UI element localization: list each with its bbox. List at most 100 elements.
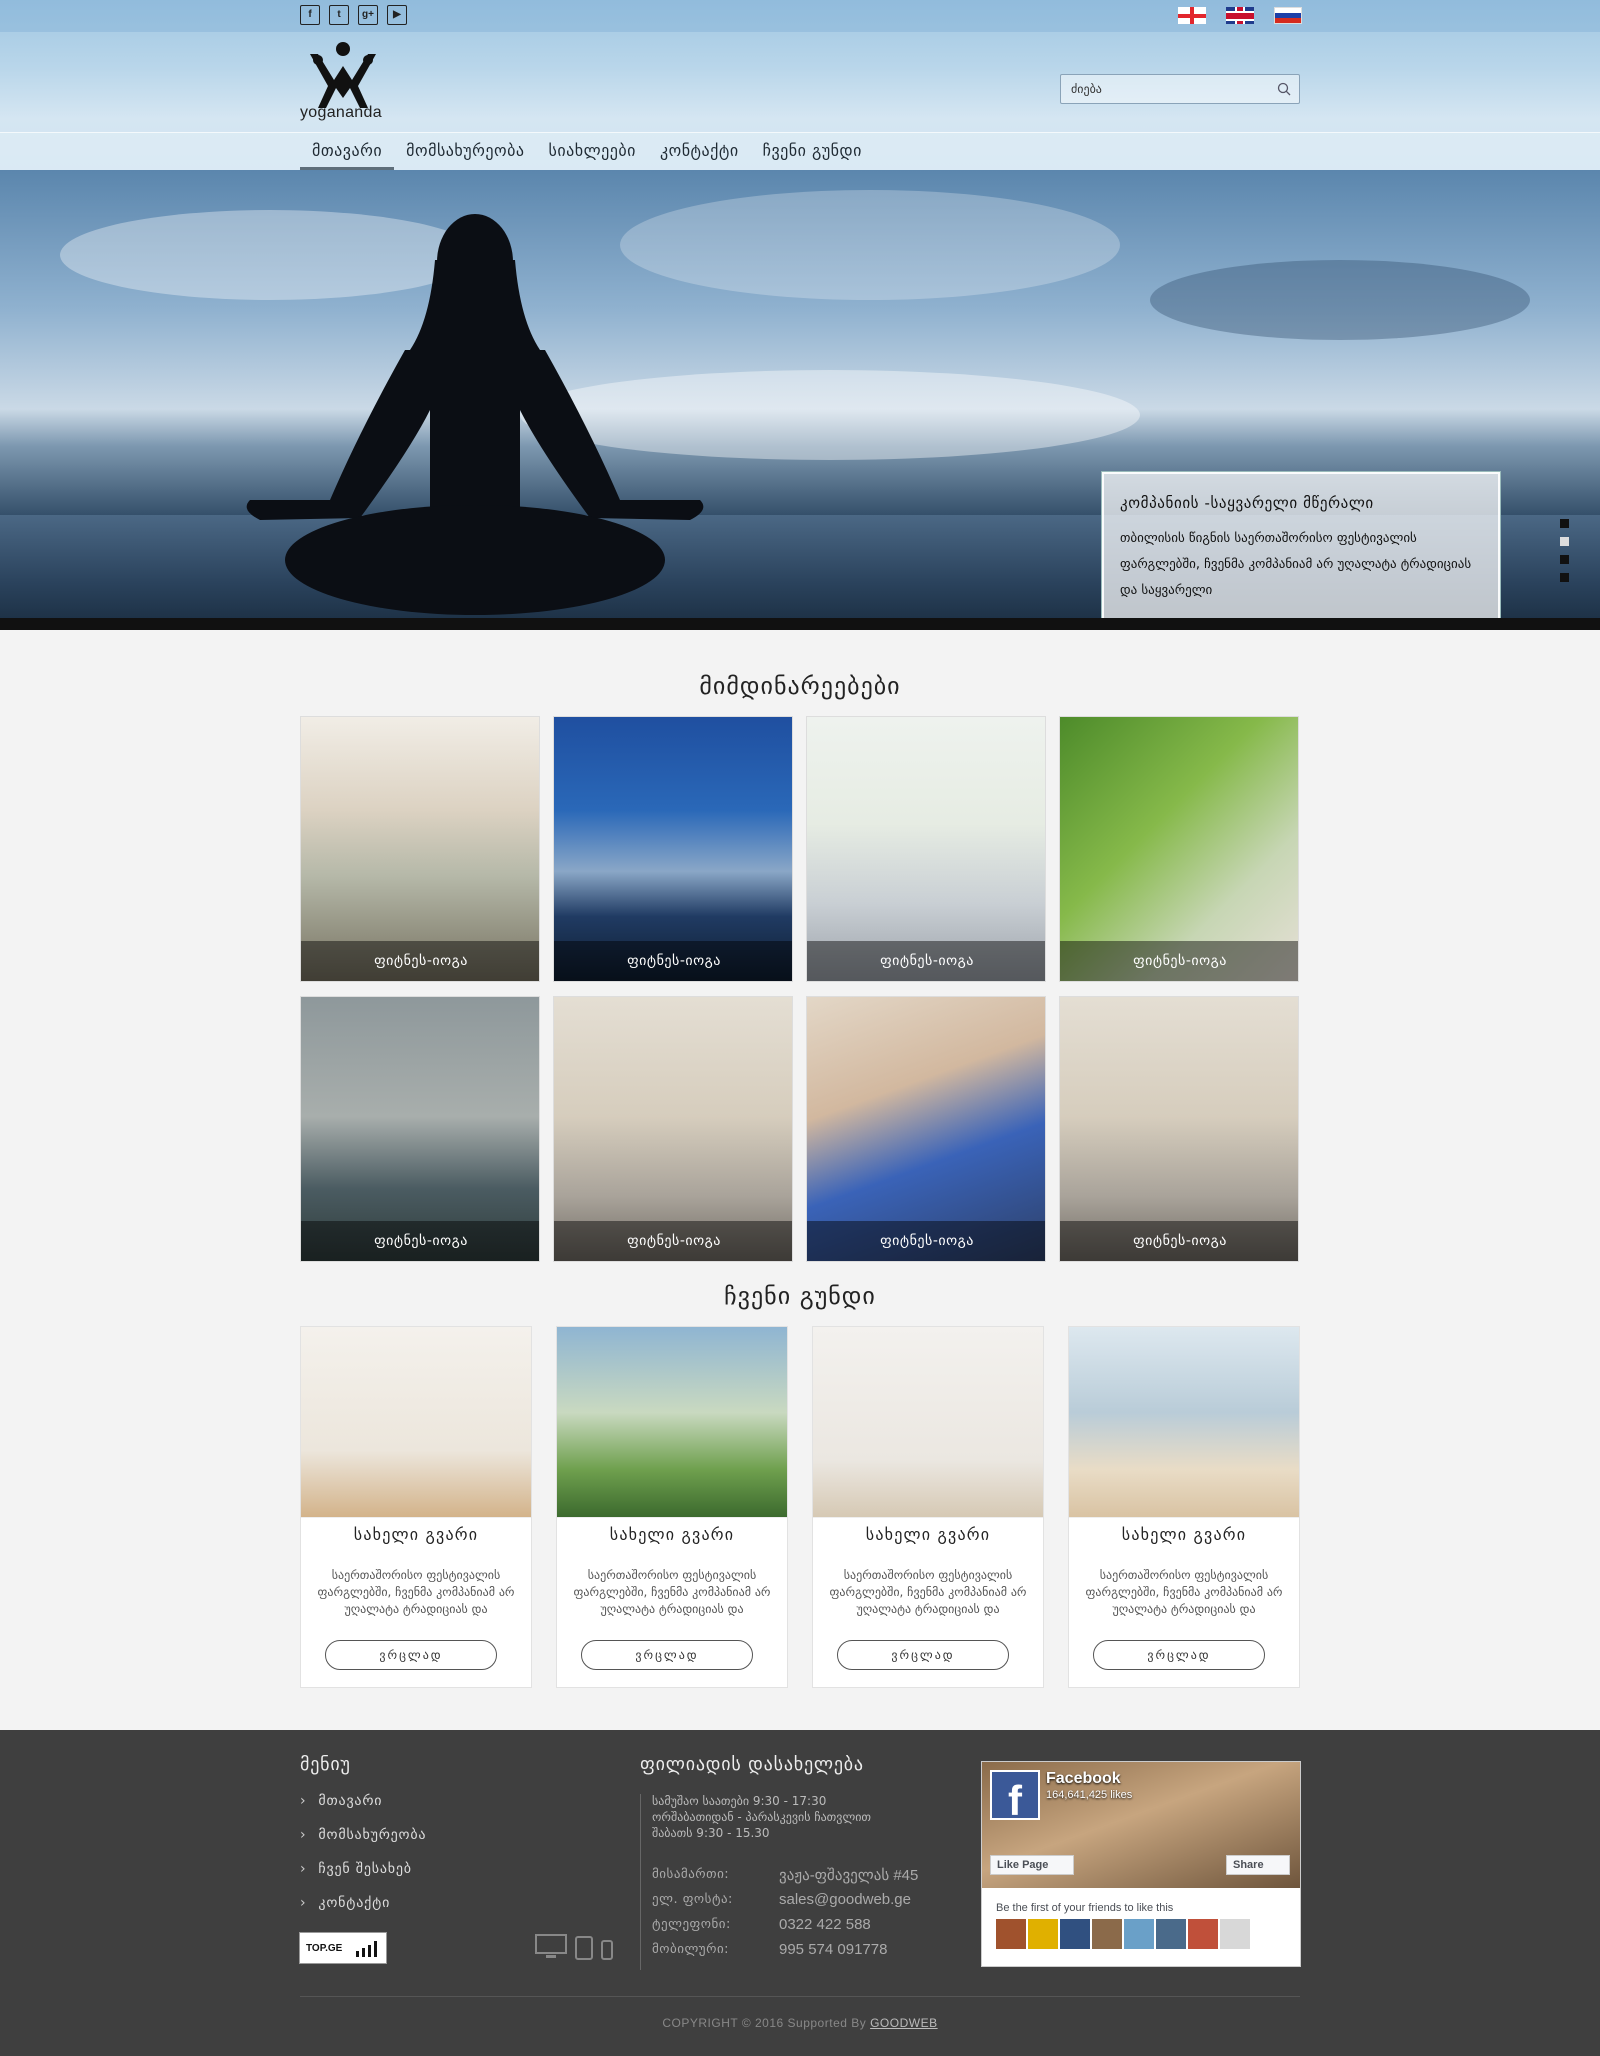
- search-input[interactable]: [1061, 75, 1261, 103]
- event-caption: ფიტნეს-იოგა: [1060, 941, 1298, 981]
- hero-title: კომპანიის -საყვარელი მწერალი: [1120, 494, 1374, 512]
- friend-avatar[interactable]: [1188, 1919, 1218, 1949]
- team-member-card: სახელი გვარი საერთაშორისო ფესტივალის ფარ…: [556, 1326, 788, 1688]
- contact-mobile: მობილური: 995 574 091778: [652, 1937, 918, 1962]
- event-caption: ფიტნეს-იოგა: [807, 1221, 1045, 1261]
- team-member-name: სახელი გვარი: [609, 1525, 735, 1544]
- event-card[interactable]: ფიტნეს-იოგა: [806, 716, 1046, 982]
- friend-avatar[interactable]: [996, 1919, 1026, 1949]
- contact-info: მისამართი: ვაჟა-ფშაველას #45 ელ. ფოსტა: sa…: [652, 1862, 918, 1962]
- footer-menu-title: მენიუ: [300, 1754, 351, 1775]
- facebook-page-name[interactable]: Facebook: [1046, 1770, 1121, 1788]
- facebook-icon[interactable]: f: [990, 1770, 1040, 1824]
- cloud-decoration: [1150, 260, 1530, 340]
- footer-menu-label: კონტაქტი: [318, 1895, 391, 1911]
- hero-slider: კომპანიის -საყვარელი მწერალი თბილისის წი…: [0, 170, 1600, 630]
- friend-avatar[interactable]: [1156, 1919, 1186, 1949]
- contact-label: ტელეფონი:: [652, 1917, 731, 1932]
- facebook-friends-text: Be the first of your friends to like thi…: [996, 1902, 1174, 1914]
- team-member-card: სახელი გვარი საერთაშორისო ფესტივალის ფარ…: [300, 1326, 532, 1688]
- friend-avatar[interactable]: [1092, 1919, 1122, 1949]
- search-icon[interactable]: [1277, 82, 1291, 96]
- tablet-icon: [575, 1936, 593, 1960]
- event-card[interactable]: ფიტნეს-იოგა: [300, 716, 540, 982]
- team-photo: [557, 1327, 787, 1517]
- friend-avatar[interactable]: [1060, 1919, 1090, 1949]
- contact-label: მისამართი:: [652, 1867, 730, 1882]
- top-strip: [0, 0, 1600, 32]
- hours-line: შაბათს 9:30 - 15.30: [652, 1826, 770, 1840]
- event-card[interactable]: ფიტნეს-იოგა: [300, 996, 540, 1262]
- contact-email-link[interactable]: sales@goodweb.ge: [779, 1891, 911, 1908]
- twitter-icon[interactable]: t: [329, 5, 349, 25]
- team-member-desc: საერთაშორისო ფესტივალის ფარგლებში, ჩვენმ…: [1085, 1568, 1283, 1616]
- slider-dot-active[interactable]: [1560, 537, 1569, 546]
- copyright-text: COPYRIGHT © 2016 Supported By: [662, 2016, 867, 2030]
- event-card[interactable]: ფიტნეს-იოგა: [1059, 996, 1299, 1262]
- contact-value: ვაჟა-ფშაველას #45: [779, 1866, 919, 1884]
- hero-text: თბილისის წიგნის საერთაშორისო ფესტივალის …: [1120, 531, 1472, 598]
- footer-menu-item[interactable]: › კონტაქტი: [300, 1886, 426, 1920]
- facebook-friend-faces: [996, 1919, 1250, 1949]
- contact-phone: ტელეფონი: 0322 422 588: [652, 1912, 918, 1937]
- nav-item-team[interactable]: ჩვენი გუნდი: [751, 132, 874, 170]
- divider: [813, 1517, 1043, 1518]
- slider-dot[interactable]: [1560, 555, 1569, 564]
- footer-menu-label: მომსახურეობა: [318, 1827, 427, 1843]
- team-member-name: სახელი გვარი: [353, 1525, 479, 1544]
- main-nav: მთავარი მომსახურეობა სიახლეები კონტაქტი …: [300, 132, 874, 170]
- read-more-button[interactable]: ვრცლად: [581, 1640, 753, 1670]
- team-member-desc: საერთაშორისო ფესტივალის ფარგლებში, ჩვენმ…: [573, 1568, 771, 1616]
- divider: [301, 1517, 531, 1518]
- hero-caption-box: კომპანიის -საყვარელი მწერალი თბილისის წი…: [1101, 471, 1501, 630]
- footer-menu-item[interactable]: › მომსახურეობა: [300, 1818, 426, 1852]
- event-card[interactable]: ფიტნეს-იოგა: [553, 996, 793, 1262]
- english-flag-icon[interactable]: [1226, 7, 1254, 24]
- goodweb-link[interactable]: GOODWEB: [870, 2016, 938, 2030]
- facebook-share-button[interactable]: Share: [1226, 1855, 1290, 1875]
- footer-menu-label: მთავარი: [318, 1793, 383, 1809]
- event-caption: ფიტნეს-იოგა: [301, 1221, 539, 1261]
- top-ge-counter[interactable]: TOP.GE: [299, 1932, 387, 1964]
- facebook-likes-count: 164,641,425 likes: [1046, 1789, 1133, 1801]
- divider: [1069, 1517, 1299, 1518]
- read-more-button[interactable]: ვრცლად: [837, 1640, 1009, 1670]
- friend-avatar[interactable]: [1220, 1919, 1250, 1949]
- nav-item-news[interactable]: სიახლეები: [536, 132, 647, 170]
- footer-menu-item[interactable]: › ჩვენ შესახებ: [300, 1852, 426, 1886]
- nav-item-contact[interactable]: კონტაქტი: [648, 132, 751, 170]
- footer-menu-item[interactable]: › მთავარი: [300, 1784, 426, 1818]
- read-more-button[interactable]: ვრცლად: [325, 1640, 497, 1670]
- social-links: f t g+ ▶: [300, 5, 407, 25]
- language-switcher: [1178, 7, 1302, 24]
- friend-avatar[interactable]: [1028, 1919, 1058, 1949]
- slider-dots: [1560, 519, 1569, 582]
- nav-item-services[interactable]: მომსახურეობა: [394, 132, 536, 170]
- event-caption: ფიტნეს-იოგა: [554, 941, 792, 981]
- footer-menu-label: ჩვენ შესახებ: [318, 1861, 412, 1877]
- read-more-button[interactable]: ვრცლად: [1093, 1640, 1265, 1670]
- hours-line: სამუშაო საათები 9:30 - 17:30: [652, 1794, 827, 1808]
- search-box: [1060, 74, 1300, 104]
- facebook-icon[interactable]: f: [300, 5, 320, 25]
- georgian-flag-icon[interactable]: [1178, 7, 1206, 24]
- google-plus-icon[interactable]: g+: [358, 5, 378, 25]
- youtube-icon[interactable]: ▶: [387, 5, 407, 25]
- copyright: COPYRIGHT © 2016 Supported By GOODWEB: [0, 2016, 1600, 2030]
- team-photo: [301, 1327, 531, 1517]
- contact-value: 0322 422 588: [779, 1916, 871, 1933]
- facebook-like-button[interactable]: Like Page: [990, 1855, 1074, 1875]
- events-title: მიმდინარეებები: [699, 672, 901, 700]
- top-ge-label: TOP.GE: [306, 1943, 343, 1954]
- slider-dot[interactable]: [1560, 519, 1569, 528]
- team-photo: [1069, 1327, 1299, 1517]
- nav-item-home[interactable]: მთავარი: [300, 132, 395, 170]
- slider-dot[interactable]: [1560, 573, 1569, 582]
- event-card[interactable]: ფიტნეს-იოგა: [1059, 716, 1299, 982]
- page: f t g+ ▶ yogananda მთავარი მომ: [0, 0, 1600, 2056]
- russian-flag-icon[interactable]: [1274, 7, 1302, 24]
- event-card[interactable]: ფიტნეს-იოგა: [806, 996, 1046, 1262]
- friend-avatar[interactable]: [1124, 1919, 1154, 1949]
- team-member-name: სახელი გვარი: [865, 1525, 991, 1544]
- event-card[interactable]: ფიტნეს-იოგა: [553, 716, 793, 982]
